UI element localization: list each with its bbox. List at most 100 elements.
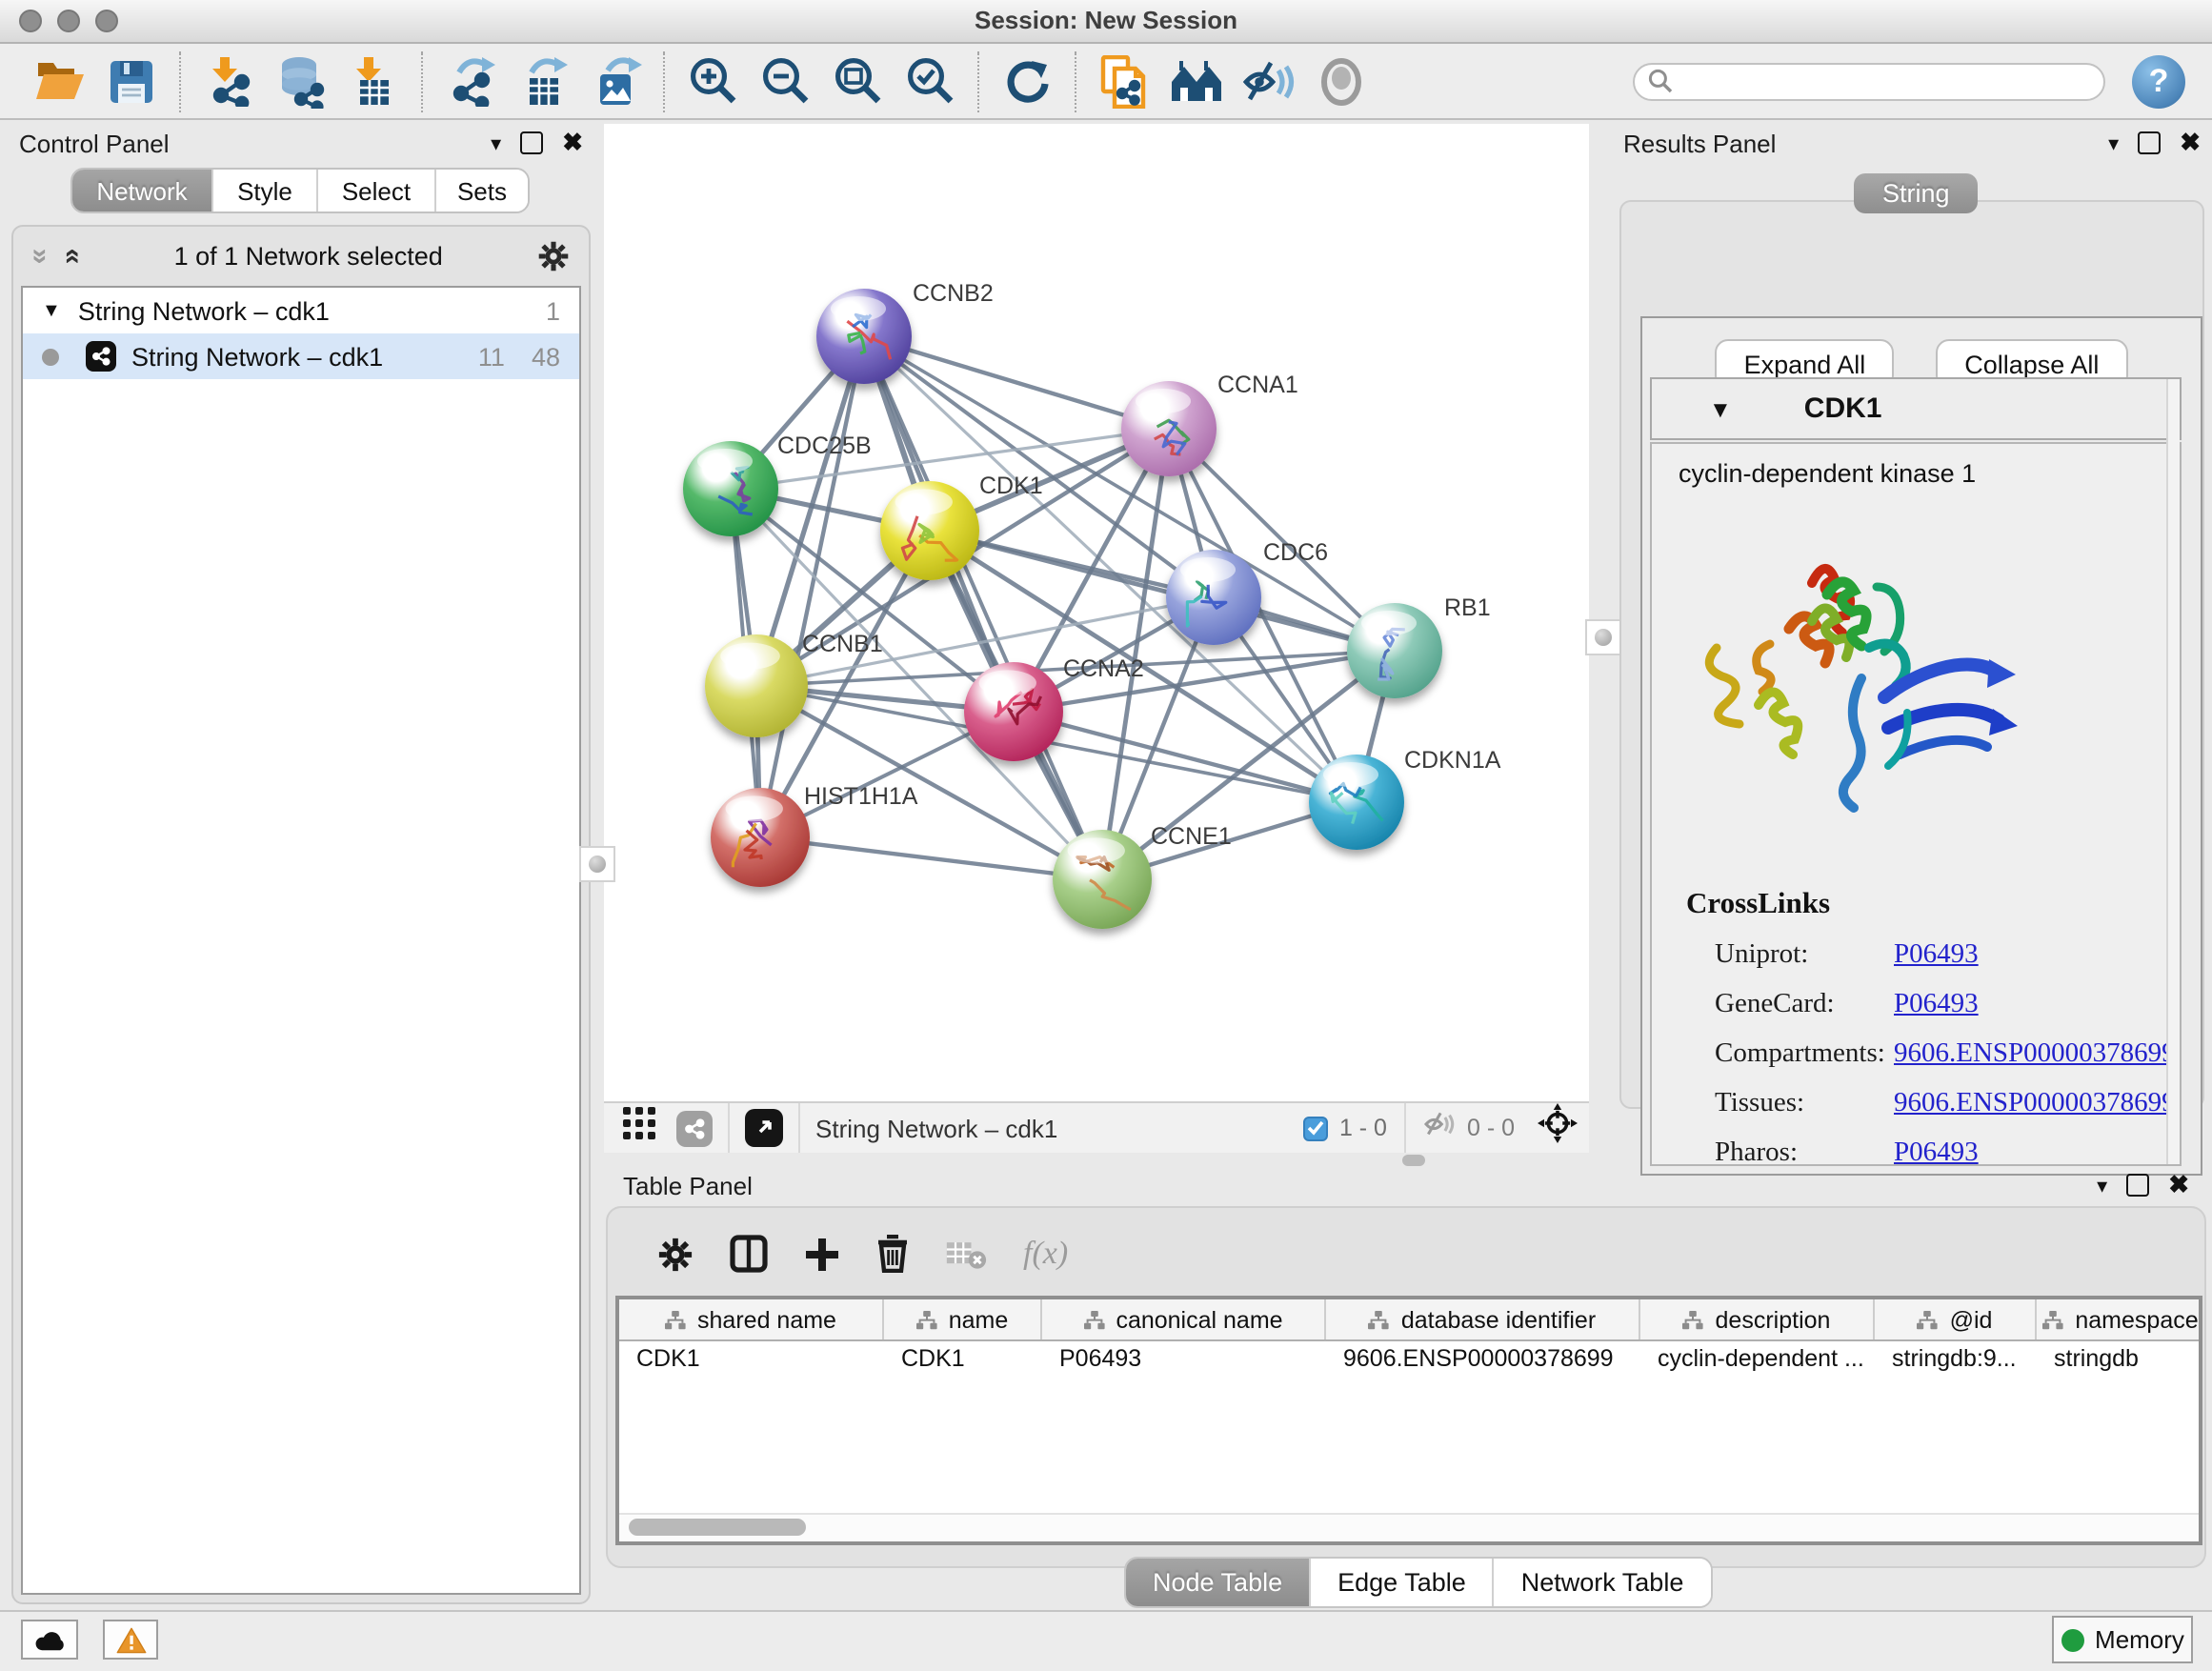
table-cell: CDK1 [619,1341,884,1378]
table-toolbar: f(x) [608,1208,2204,1278]
crosslink-link[interactable]: 9606.ENSP00000378699 [1894,1038,2176,1071]
column-header-database-identifier[interactable]: database identifier [1326,1299,1640,1339]
cloud-status-button[interactable] [21,1620,78,1660]
table-row[interactable]: CDK1CDK1P064939606.ENSP00000378699cyclin… [619,1341,2199,1378]
network-node-hist1h1a[interactable] [711,788,810,887]
search-box[interactable] [1633,62,2105,100]
minimize-window-button[interactable] [57,10,80,32]
float-panel-icon[interactable]: ▾ [2108,131,2119,155]
close-panel-icon[interactable]: ✖ [2168,1176,2189,1195]
tab-edge-table[interactable]: Edge Table [1309,1559,1493,1606]
tab-node-table[interactable]: Node Table [1126,1559,1309,1606]
show-columns-icon[interactable] [730,1235,768,1273]
copy-style-pages-icon[interactable] [1090,49,1158,113]
network-node-cdk1[interactable] [880,481,979,580]
birds-eye-view-icon[interactable] [745,1109,783,1147]
network-node-ccna1[interactable] [1121,381,1217,476]
hidden-eye-icon [1423,1110,1456,1146]
horizontal-splitter-handle[interactable] [1402,1155,1425,1166]
column-header-namespace[interactable]: namespace [2037,1299,2202,1339]
tab-network[interactable]: Network [72,170,211,211]
close-window-button[interactable] [19,10,42,32]
network-view-icon[interactable] [676,1110,713,1146]
column-label: description [1716,1306,1831,1333]
column-header-canonical-name[interactable]: canonical name [1042,1299,1326,1339]
zoom-in-icon[interactable] [678,49,747,113]
expand-all-networks-icon[interactable]: » [55,248,88,264]
network-options-gear-icon[interactable] [537,239,570,272]
import-network-icon[interactable] [194,49,263,113]
tab-select[interactable]: Select [316,170,434,211]
export-network-icon[interactable] [436,49,505,113]
warning-status-button[interactable] [103,1620,158,1660]
network-canvas[interactable]: CCNB2CCNA1CDC25BCDK1CDC6RB1CCNB1CCNA2CDK… [604,124,1589,1101]
column-header-name[interactable]: name [884,1299,1042,1339]
collapse-all-networks-icon[interactable]: » [24,248,56,264]
tab-style[interactable]: Style [211,170,316,211]
search-input[interactable] [1682,66,2090,96]
warning-icon [115,1626,146,1653]
network-collection-row[interactable]: ▼ String Network – cdk1 1 [23,288,579,333]
network-edge[interactable] [760,837,1102,879]
gene-section-header[interactable]: ▼ CDK1 [1650,377,2182,440]
crosslink-label: Uniprot: [1715,939,1894,972]
zoom-out-icon[interactable] [751,49,819,113]
network-node-cdc25b[interactable] [683,441,778,536]
network-node-ccnb2[interactable] [816,289,912,384]
delete-column-icon[interactable] [876,1235,909,1273]
open-session-icon[interactable] [25,49,93,113]
network-row-selected[interactable]: String Network – cdk1 11 48 [23,333,579,379]
table-horizontal-scrollbar[interactable] [619,1513,2199,1541]
network-node-ccna2[interactable] [964,662,1063,761]
column-header-description[interactable]: description [1640,1299,1875,1339]
selected-count-badge: 1 - 0 [1339,1115,1387,1141]
network-edge[interactable] [864,336,1169,429]
maximize-panel-icon[interactable] [2138,131,2161,154]
crosslink-link[interactable]: P06493 [1894,939,1979,972]
network-node-rb1[interactable] [1347,603,1442,698]
float-panel-icon[interactable]: ▾ [2097,1173,2107,1198]
crosslink-link[interactable]: P06493 [1894,1137,1979,1170]
zoom-selected-icon[interactable] [895,49,964,113]
zoom-fit-icon[interactable] [823,49,892,113]
grid-view-icon[interactable] [623,1107,655,1149]
close-panel-icon[interactable]: ✖ [2180,133,2201,152]
show-home-icon[interactable] [1162,49,1231,113]
save-session-icon[interactable] [97,49,166,113]
maximize-panel-icon[interactable] [520,131,543,154]
float-panel-icon[interactable]: ▾ [491,131,501,155]
network-node-cdkn1a[interactable] [1309,755,1404,850]
maximize-window-button[interactable] [95,10,118,32]
maximize-panel-icon[interactable] [2126,1174,2149,1197]
network-node-cdc6[interactable] [1166,550,1261,645]
control-panel-title: Control Panel [19,129,170,157]
selected-checkbox-icon[interactable] [1303,1116,1328,1140]
memory-button[interactable]: Memory [2052,1616,2193,1663]
export-table-icon[interactable] [509,49,577,113]
results-scrollbar[interactable] [2166,379,2180,1164]
collapse-section-arrow-icon[interactable]: ▼ [1709,395,1732,422]
close-panel-icon[interactable]: ✖ [562,133,583,152]
refresh-layout-icon[interactable] [993,49,1061,113]
scrollbar-thumb[interactable] [629,1519,806,1536]
network-node-ccnb1[interactable] [705,634,808,737]
tab-sets[interactable]: Sets [434,170,528,211]
crosslink-link[interactable]: P06493 [1894,989,1979,1021]
hide-unhide-eye-icon[interactable] [1235,49,1303,113]
left-splitter-handle[interactable] [579,846,615,882]
fit-content-crosshair-icon[interactable] [1538,1103,1578,1153]
tab-network-table[interactable]: Network Table [1493,1559,1711,1606]
import-network-from-database-icon[interactable] [267,49,335,113]
network-edge[interactable] [760,336,864,837]
network-node-ccne1[interactable] [1053,830,1152,929]
import-table-icon[interactable] [339,49,408,113]
add-column-icon[interactable] [804,1236,840,1272]
help-icon[interactable]: ? [2132,54,2185,108]
table-options-gear-icon[interactable] [657,1236,694,1272]
export-image-icon[interactable] [581,49,650,113]
column-header-shared-name[interactable]: shared name [619,1299,884,1339]
tab-string[interactable]: String [1854,173,1979,213]
column-header--id[interactable]: @id [1875,1299,2037,1339]
crosslink-link[interactable]: 9606.ENSP00000378699 [1894,1088,2176,1120]
collection-expand-arrow-icon[interactable]: ▼ [42,300,61,321]
